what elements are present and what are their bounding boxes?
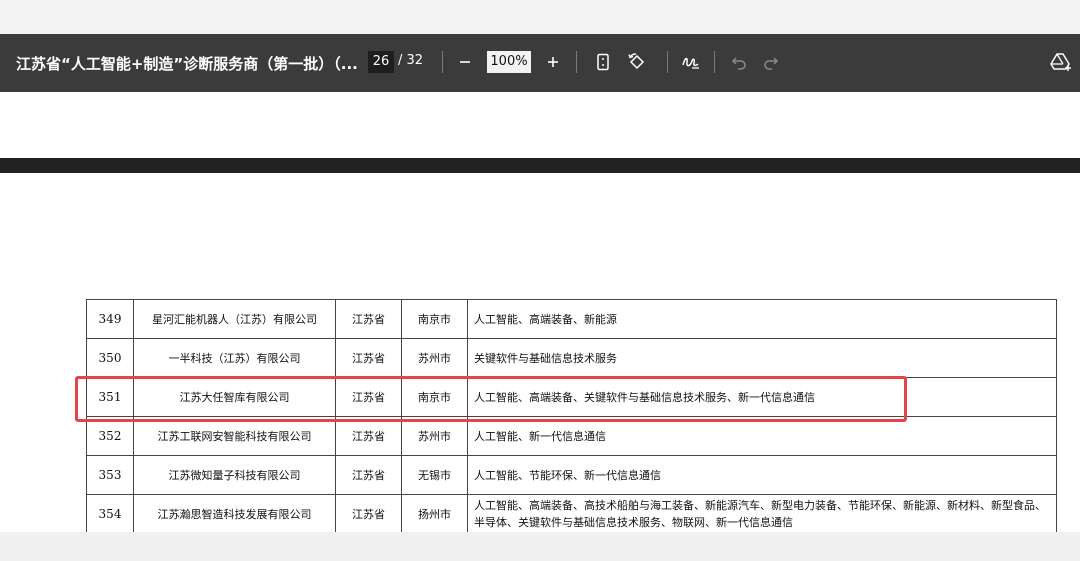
service-provider-table: 349 星河汇能机器人（江苏）有限公司 江苏省 南京市 人工智能、高端装备、新能… xyxy=(86,299,1057,534)
company-name: 江苏微知量子科技有限公司 xyxy=(133,455,336,495)
company-name: 江苏大任智库有限公司 xyxy=(133,377,336,417)
table-row: 354 江苏瀚思智造科技发展有限公司 江苏省 扬州市 人工智能、高端装备、高技术… xyxy=(86,494,1057,534)
table-row: 350 一半科技（江苏）有限公司 江苏省 苏州市 关键软件与基础信息技术服务 xyxy=(86,338,1057,378)
draw-icon[interactable] xyxy=(678,49,704,75)
row-number: 354 xyxy=(86,494,134,534)
company-name: 一半科技（江苏）有限公司 xyxy=(133,338,336,378)
province: 江苏省 xyxy=(335,494,402,534)
undo-icon[interactable] xyxy=(726,49,752,75)
redo-icon[interactable] xyxy=(758,49,784,75)
pdf-toolbar: 江苏省“人工智能+制造”诊断服务商（第一批）（... 26 / 32 100% xyxy=(0,34,1080,92)
page-total: / 32 xyxy=(398,53,424,68)
service-fields: 人工智能、高端装备、新能源 xyxy=(467,299,1057,339)
service-fields: 人工智能、高端装备、关键软件与基础信息技术服务、新一代信息通信 xyxy=(467,377,1057,417)
row-number: 353 xyxy=(86,455,134,495)
row-number: 350 xyxy=(86,338,134,378)
company-name: 江苏工联网安智能科技有限公司 xyxy=(133,416,336,456)
zoom-in-icon[interactable] xyxy=(540,49,566,75)
toolbar-divider xyxy=(442,51,443,73)
zoom-level-input[interactable]: 100% xyxy=(487,51,531,73)
province: 江苏省 xyxy=(335,416,402,456)
viewer-bottom-strip xyxy=(0,532,1080,561)
browser-top-strip xyxy=(0,0,1080,34)
city: 无锡市 xyxy=(401,455,468,495)
zoom-out-icon[interactable] xyxy=(452,49,478,75)
row-number: 351 xyxy=(86,377,134,417)
city: 南京市 xyxy=(401,299,468,339)
table-row: 349 星河汇能机器人（江苏）有限公司 江苏省 南京市 人工智能、高端装备、新能… xyxy=(86,299,1057,339)
company-name: 星河汇能机器人（江苏）有限公司 xyxy=(133,299,336,339)
city: 南京市 xyxy=(401,377,468,417)
table-row: 351 江苏大任智库有限公司 江苏省 南京市 人工智能、高端装备、关键软件与基础… xyxy=(86,377,1057,417)
toolbar-divider xyxy=(576,51,577,73)
toolbar-divider xyxy=(667,51,668,73)
service-fields: 人工智能、节能环保、新一代信息通信 xyxy=(467,455,1057,495)
row-number: 352 xyxy=(86,416,134,456)
city: 苏州市 xyxy=(401,416,468,456)
company-name: 江苏瀚思智造科技发展有限公司 xyxy=(133,494,336,534)
city: 苏州市 xyxy=(401,338,468,378)
province: 江苏省 xyxy=(335,377,402,417)
service-fields: 人工智能、新一代信息通信 xyxy=(467,416,1057,456)
row-number: 349 xyxy=(86,299,134,339)
rotate-icon[interactable] xyxy=(624,49,650,75)
table-row: 352 江苏工联网安智能科技有限公司 江苏省 苏州市 人工智能、新一代信息通信 xyxy=(86,416,1057,456)
document-title: 江苏省“人工智能+制造”诊断服务商（第一批）（... xyxy=(16,55,358,73)
city: 扬州市 xyxy=(401,494,468,534)
province: 江苏省 xyxy=(335,455,402,495)
toolbar-divider xyxy=(714,51,715,73)
service-fields: 关键软件与基础信息技术服务 xyxy=(467,338,1057,378)
page-break-bar xyxy=(0,158,1080,173)
province: 江苏省 xyxy=(335,338,402,378)
province: 江苏省 xyxy=(335,299,402,339)
page-number-input[interactable]: 26 xyxy=(368,51,394,73)
service-fields: 人工智能、高端装备、高技术船舶与海工装备、新能源汽车、新型电力装备、节能环保、新… xyxy=(467,494,1057,534)
save-to-drive-icon[interactable] xyxy=(1048,49,1074,75)
fit-page-icon[interactable] xyxy=(590,49,616,75)
table-row: 353 江苏微知量子科技有限公司 江苏省 无锡市 人工智能、节能环保、新一代信息… xyxy=(86,455,1057,495)
